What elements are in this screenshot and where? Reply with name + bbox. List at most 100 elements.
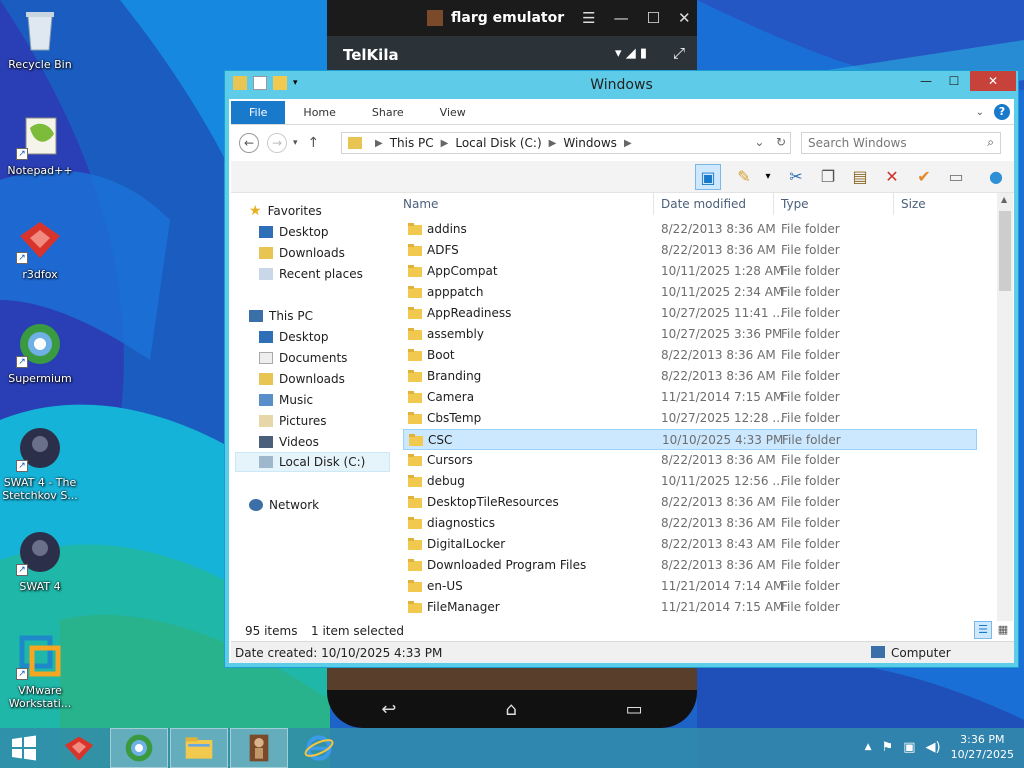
details-view-icon[interactable]: ☰ [974, 621, 992, 639]
nav-favorites[interactable]: ★ Favorites [249, 201, 322, 221]
table-row[interactable]: Branding 8/22/2013 8:36 AM File folder [403, 366, 977, 387]
globe-icon[interactable]: ● [983, 164, 1009, 190]
preview-pane-icon[interactable]: ▣ [695, 164, 721, 190]
table-row[interactable]: Camera 11/21/2014 7:15 AM File folder [403, 387, 977, 408]
forward-button[interactable]: → [267, 133, 287, 153]
nav-videos[interactable]: Videos [259, 432, 319, 452]
breadcrumb-local-disk[interactable]: Local Disk (C:) [455, 136, 541, 150]
breadcrumb-windows[interactable]: Windows [563, 136, 617, 150]
nav-this-pc[interactable]: This PC [249, 306, 313, 326]
expand-ribbon-icon[interactable]: ⌄ [976, 107, 984, 118]
scroll-thumb[interactable] [999, 211, 1011, 291]
table-row[interactable]: DigitalLocker 8/22/2013 8:43 AM File folde… [403, 534, 977, 555]
column-divider[interactable] [653, 193, 654, 215]
taskbar-flarg-emulator[interactable] [230, 728, 288, 768]
desktop-icon-swat4-stetchkov[interactable]: ↗ SWAT 4 - The Stetchkov S... [2, 424, 78, 502]
tab-home[interactable]: Home [285, 101, 353, 124]
table-row[interactable]: AppCompat 10/11/2025 1:28 AM File folder [403, 261, 977, 282]
refresh-icon[interactable]: ↻ [776, 135, 786, 149]
desktop-icon-supermium[interactable]: ↗ Supermium [2, 320, 78, 385]
desktop-icon-r3dfox[interactable]: ↗ r3dfox [2, 216, 78, 281]
close-button[interactable]: ✕ [970, 71, 1016, 91]
taskbar-r3dfox[interactable] [50, 728, 108, 768]
table-row[interactable]: Cursors 8/22/2013 8:36 AM File folder [403, 450, 977, 471]
tab-view[interactable]: View [422, 101, 484, 124]
large-icons-view-icon[interactable]: ▦ [994, 621, 1012, 639]
paste-icon[interactable]: ▤ [847, 164, 873, 190]
nav-network[interactable]: Network [249, 495, 319, 515]
table-row[interactable]: debug 10/11/2025 12:56 ... File folder [403, 471, 977, 492]
table-row[interactable]: addins 8/22/2013 8:36 AM File folder [403, 219, 977, 240]
nav-recent-places[interactable]: Recent places [259, 264, 363, 284]
copy-icon[interactable]: ❐ [815, 164, 841, 190]
home-icon[interactable]: ⌂ [505, 699, 516, 720]
menu-icon[interactable]: ☰ [582, 9, 595, 27]
nav-local-disk[interactable]: Local Disk (C:) [235, 452, 390, 472]
close-icon[interactable]: ✕ [678, 9, 691, 27]
delete-icon[interactable]: ✕ [879, 164, 905, 190]
table-row[interactable]: diagnostics 8/22/2013 8:36 AM File folder [403, 513, 977, 534]
taskbar-file-explorer[interactable] [170, 728, 228, 768]
table-row[interactable]: Boot 8/22/2013 8:36 AM File folder [403, 345, 977, 366]
cut-icon[interactable]: ✂ [783, 164, 809, 190]
desktop-icon-recycle-bin[interactable]: Recycle Bin [2, 6, 78, 71]
nav-music[interactable]: Music [259, 390, 313, 410]
minimize-icon[interactable]: — [614, 9, 629, 27]
network-tray-icon[interactable]: ▣ [903, 740, 915, 755]
vertical-scrollbar[interactable]: ▲ [997, 193, 1013, 623]
desktop-icon-notepad-plus-plus[interactable]: ↗ Notepad++ [2, 112, 78, 177]
table-row[interactable]: CbsTemp 10/27/2025 12:28 ... File folder [403, 408, 977, 429]
start-button[interactable] [0, 728, 48, 768]
properties-icon[interactable]: ✎ [731, 164, 757, 190]
table-row[interactable]: ADFS 8/22/2013 8:36 AM File folder [403, 240, 977, 261]
volume-icon[interactable]: ◀) [926, 740, 941, 755]
table-row[interactable]: DesktopTileResources 8/22/2013 8:36 AM Fil… [403, 492, 977, 513]
emulator-titlebar[interactable]: flarg emulator ☰ — ☐ ✕ [327, 0, 697, 36]
column-divider[interactable] [773, 193, 774, 215]
search-input[interactable]: Search Windows ⌕ [801, 132, 1001, 154]
table-row[interactable]: FileManager 11/21/2014 7:15 AM File folder [403, 597, 977, 618]
show-hidden-icons-icon[interactable]: ▲ [865, 742, 872, 752]
back-button[interactable]: ← [239, 133, 259, 153]
tab-share[interactable]: Share [354, 101, 422, 124]
nav-favorites-downloads[interactable]: Downloads [259, 243, 345, 263]
dropdown-icon[interactable]: ▾ [755, 164, 781, 190]
desktop-icon-swat4[interactable]: ↗ SWAT 4 [2, 528, 78, 593]
nav-documents[interactable]: Documents [259, 348, 347, 368]
nav-favorites-desktop[interactable]: Desktop [259, 222, 329, 242]
recents-icon[interactable]: ▭ [626, 699, 643, 720]
email-icon[interactable]: ▭ [943, 164, 969, 190]
table-row[interactable]: Downloaded Program Files 8/22/2013 8:36 A… [403, 555, 977, 576]
table-row[interactable]: apppatch 10/11/2025 2:34 AM File folder [403, 282, 977, 303]
up-icon[interactable]: ↑ [308, 135, 320, 151]
column-divider[interactable] [893, 193, 894, 215]
address-bar[interactable]: ▶ This PC ▶ Local Disk (C:) ▶ Windows ▶ … [341, 132, 791, 154]
maximize-icon[interactable]: ☐ [647, 9, 660, 27]
table-row[interactable]: assembly 10/27/2025 3:36 PM File folder [403, 324, 977, 345]
nav-pc-downloads[interactable]: Downloads [259, 369, 345, 389]
column-name[interactable]: Name [403, 197, 438, 211]
help-icon[interactable]: ? [994, 104, 1010, 120]
clock[interactable]: 3:36 PM 10/27/2025 [951, 732, 1014, 762]
fullscreen-icon[interactable]: ⤢ [673, 44, 685, 62]
explorer-window[interactable]: ▾ Windows — ☐ ✕ File Home Share View ⌄ ?… [224, 70, 1019, 668]
minimize-button[interactable]: — [912, 71, 940, 91]
taskbar-supermium[interactable] [110, 728, 168, 768]
breadcrumb-this-pc[interactable]: This PC [390, 136, 434, 150]
tab-file[interactable]: File [231, 101, 286, 124]
back-icon[interactable]: ↩ [381, 699, 396, 720]
table-row[interactable]: CSC 10/10/2025 4:33 PM File folder [403, 429, 977, 450]
column-date-modified[interactable]: Date modified [661, 197, 746, 211]
scroll-up-icon[interactable]: ▲ [1001, 195, 1007, 204]
desktop-icon-vmware[interactable]: ↗ VMware Workstati... [2, 632, 78, 710]
action-center-flag-icon[interactable]: ⚑ [882, 740, 894, 755]
search-icon[interactable]: ⌕ [987, 135, 994, 150]
rename-check-icon[interactable]: ✔ [911, 164, 937, 190]
table-row[interactable]: en-US 11/21/2014 7:14 AM File folder [403, 576, 977, 597]
explorer-titlebar[interactable]: ▾ Windows — ☐ ✕ [225, 71, 1018, 99]
nav-pc-desktop[interactable]: Desktop [259, 327, 329, 347]
column-size[interactable]: Size [901, 197, 926, 211]
table-row[interactable]: AppReadiness 10/27/2025 11:41 ... File fol… [403, 303, 977, 324]
maximize-button[interactable]: ☐ [940, 71, 968, 91]
recent-locations-icon[interactable]: ▾ [293, 138, 298, 148]
